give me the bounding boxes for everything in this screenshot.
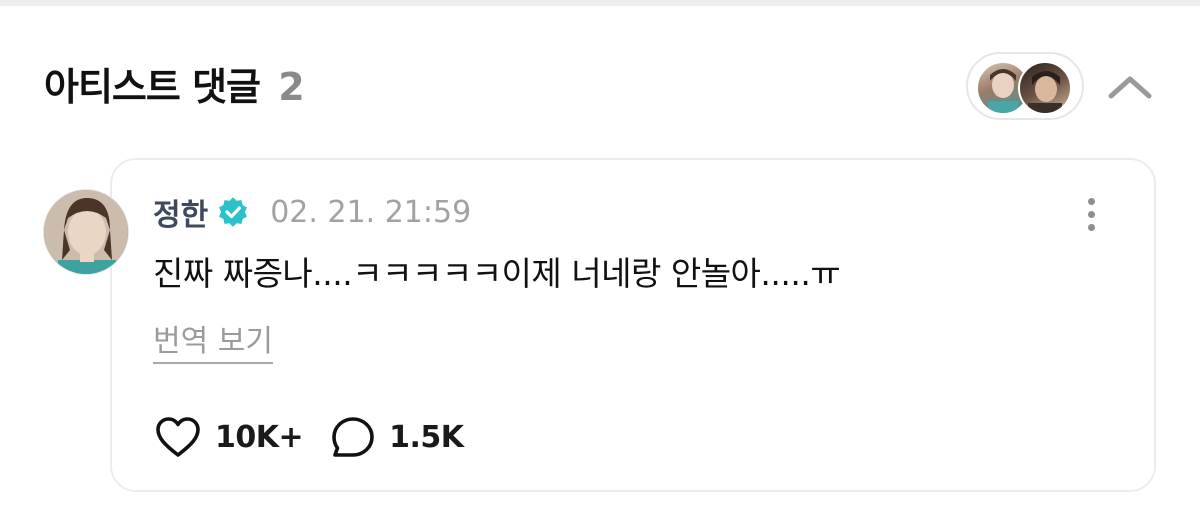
section-title-text: 아티스트 댓글 [44,65,261,109]
comment-header: 정한 02. 21. 21:59 [153,190,471,234]
more-dot [1087,210,1095,218]
more-dot [1087,223,1095,231]
artist-avatar-stack[interactable] [966,52,1084,120]
author-name[interactable]: 정한 [153,190,208,234]
comment-stats: 10K+ 1.5K [155,412,464,462]
more-vertical-icon [1087,197,1095,205]
comment-text: 진짜 짜증나....ㅋㅋㅋㅋㅋ이제 너네랑 안놀아.....ㅠ [153,254,841,293]
artist-avatar [1018,61,1072,115]
chevron-up-icon [1108,76,1152,99]
top-divider [0,0,1200,6]
like-button[interactable]: 10K+ [155,416,304,458]
like-count: 10K+ [215,419,304,455]
more-options-button[interactable] [1076,192,1106,236]
author-avatar[interactable] [43,189,129,275]
comment-bubble-icon [332,417,374,457]
collapse-button[interactable] [1102,62,1158,112]
reply-button[interactable]: 1.5K [331,416,464,458]
heart-icon [156,417,200,457]
reply-count: 1.5K [389,419,464,455]
verified-badge-icon [218,197,248,227]
translate-link[interactable]: 번역 보기 [153,322,273,364]
comment-count: 2 [278,65,304,109]
comment-timestamp: 02. 21. 21:59 [270,194,472,230]
section-title: 아티스트 댓글 2 [44,62,305,112]
